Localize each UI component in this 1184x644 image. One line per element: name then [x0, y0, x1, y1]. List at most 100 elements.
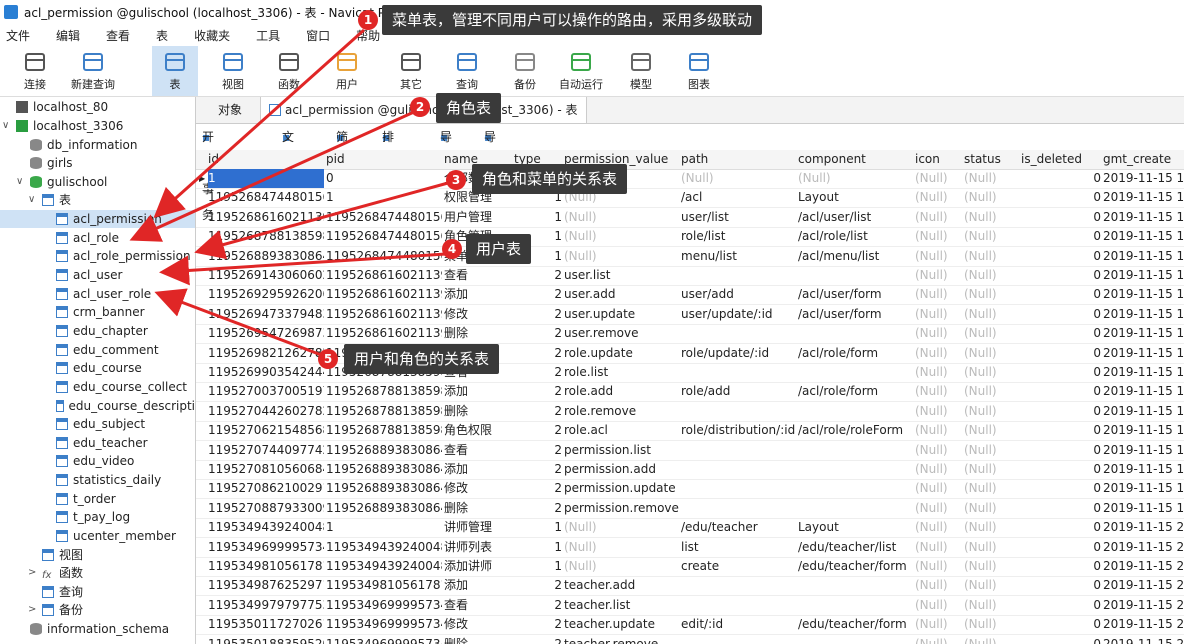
cell-pid[interactable]: 11952687881385984 — [326, 363, 442, 382]
cell-gmt_create[interactable]: 2019-11-15 17:1 — [1103, 188, 1184, 207]
tree-item-9[interactable]: acl_user — [0, 266, 195, 284]
cell-type[interactable]: 2 — [514, 266, 562, 285]
cell-pid[interactable]: 11952688938308640 — [326, 499, 442, 518]
cell-component[interactable] — [798, 596, 913, 615]
cell-name[interactable]: 讲师管理 — [444, 518, 512, 537]
cell-is_deleted[interactable]: 0 — [1021, 518, 1101, 537]
cell-path[interactable] — [681, 324, 796, 343]
cell-id[interactable]: 11952708621002915 — [208, 479, 324, 498]
cell-permission_value[interactable]: user.list — [564, 266, 679, 285]
cell-pid[interactable]: 11952686160211394 — [326, 285, 442, 304]
cell-gmt_create[interactable]: 2019-11-15 17:1 — [1103, 324, 1184, 343]
cell-icon[interactable]: (Null) — [915, 635, 963, 644]
column-header-is_deleted[interactable]: is_deleted — [1021, 150, 1101, 169]
column-header-name[interactable]: name — [444, 150, 512, 169]
cell-status[interactable]: (Null) — [964, 557, 1019, 576]
cell-icon[interactable]: (Null) — [915, 402, 963, 421]
cell-icon[interactable]: (Null) — [915, 247, 963, 266]
cell-status[interactable]: (Null) — [964, 285, 1019, 304]
cell-status[interactable]: (Null) — [964, 169, 1019, 188]
cell-name[interactable]: 修改 — [444, 615, 512, 634]
cell-pid[interactable]: 1 — [326, 188, 442, 207]
cell-id[interactable]: 11952707440977428 — [208, 441, 324, 460]
tree-item-28[interactable]: information_schema — [0, 620, 195, 638]
cell-status[interactable]: (Null) — [964, 596, 1019, 615]
cell-icon[interactable]: (Null) — [915, 208, 963, 227]
cell-name[interactable]: 删除 — [444, 499, 512, 518]
toolbar-button-5[interactable]: 用户 — [324, 46, 370, 96]
cell-name[interactable]: 讲师列表 — [444, 538, 512, 557]
toolbar-button-9[interactable]: 自动运行 — [558, 46, 604, 96]
tree-item-5[interactable]: ∨ 表 — [0, 191, 195, 209]
cell-permission_value[interactable]: user.remove — [564, 324, 679, 343]
expand-chevron-icon[interactable]: ∨ — [16, 173, 23, 191]
cell-is_deleted[interactable]: 0 — [1021, 421, 1101, 440]
table-row[interactable]: 1195270442602782411952687881385984删除2rol… — [196, 402, 1184, 422]
menu-item-5[interactable]: 工具 — [256, 27, 280, 44]
cell-component[interactable] — [798, 441, 913, 460]
cell-name[interactable]: 全部数据 — [444, 169, 512, 188]
cell-status[interactable]: (Null) — [964, 518, 1019, 537]
cell-is_deleted[interactable]: 0 — [1021, 188, 1101, 207]
table-row[interactable]: 1195269143060602011952686160211394查看2use… — [196, 266, 1184, 286]
cell-status[interactable]: (Null) — [964, 227, 1019, 246]
cell-name[interactable]: 添加 — [444, 382, 512, 401]
cell-name[interactable]: 删除 — [444, 324, 512, 343]
tree-item-1[interactable]: ∨ localhost_3306 — [0, 117, 195, 135]
cell-type[interactable]: 2 — [514, 460, 562, 479]
cell-name[interactable]: 查看 — [444, 363, 512, 382]
cell-component[interactable] — [798, 266, 913, 285]
cell-is_deleted[interactable]: 0 — [1021, 382, 1101, 401]
cell-gmt_create[interactable]: 2019-11-15 17:1 — [1103, 421, 1184, 440]
cell-is_deleted[interactable]: 0 — [1021, 499, 1101, 518]
cell-permission_value[interactable]: (Null) — [564, 208, 679, 227]
cell-gmt_create[interactable]: 2019-11-15 17:1 — [1103, 479, 1184, 498]
cell-permission_value[interactable]: permission.list — [564, 441, 679, 460]
cell-pid[interactable]: 11952686160211394 — [326, 305, 442, 324]
cell-type[interactable]: 2 — [514, 499, 562, 518]
cell-gmt_create[interactable]: 2019-11-15 22: — [1103, 635, 1184, 644]
cell-is_deleted[interactable]: 0 — [1021, 479, 1101, 498]
column-header-status[interactable]: status — [964, 150, 1019, 169]
tree-item-6[interactable]: acl_permission — [0, 210, 195, 228]
cell-name[interactable]: 修改 — [444, 344, 512, 363]
menu-item-1[interactable]: 编辑 — [56, 27, 80, 44]
cell-gmt_create[interactable]: 2019-11-15 22: — [1103, 596, 1184, 615]
cell-icon[interactable]: (Null) — [915, 266, 963, 285]
cell-id[interactable]: 11953498762529710 — [208, 576, 324, 595]
cell-component[interactable]: /edu/teacher/form — [798, 557, 913, 576]
cell-gmt_create[interactable]: 2019-11-15 17:1 — [1103, 208, 1184, 227]
cell-pid[interactable]: 11952687881385984 — [326, 402, 442, 421]
tree-item-2[interactable]: db_information — [0, 136, 195, 154]
cell-icon[interactable]: (Null) — [915, 518, 963, 537]
table-row[interactable]: 1195270621548568011952687881385984角色权限2r… — [196, 421, 1184, 442]
menu-item-2[interactable]: 查看 — [106, 27, 130, 44]
cell-icon[interactable]: (Null) — [915, 576, 963, 595]
cell-permission_value[interactable]: teacher.add — [564, 576, 679, 595]
cell-icon[interactable]: (Null) — [915, 382, 963, 401]
table-row[interactable]: 1195269903542444011952687881385984查看2rol… — [196, 363, 1184, 383]
cell-is_deleted[interactable]: 0 — [1021, 169, 1101, 188]
cell-pid[interactable]: 11952688938308640 — [326, 460, 442, 479]
cell-component[interactable]: Layout — [798, 518, 913, 537]
cell-status[interactable]: (Null) — [964, 247, 1019, 266]
toolbar-button-11[interactable]: 图表 — [676, 46, 722, 96]
cell-id[interactable]: 11952699035424440 — [208, 363, 324, 382]
cell-type[interactable]: 2 — [514, 324, 562, 343]
table-row[interactable]: 1195270037005197211952687881385984添加2rol… — [196, 382, 1184, 403]
cell-gmt_create[interactable]: 2019-11-15 17:1 — [1103, 382, 1184, 401]
cell-name[interactable]: 查看 — [444, 596, 512, 615]
cell-is_deleted[interactable]: 0 — [1021, 635, 1101, 644]
cell-type[interactable]: 2 — [514, 635, 562, 644]
cell-permission_value[interactable]: permission.update — [564, 479, 679, 498]
table-row[interactable]: 119534943924004801讲师管理1(Null)/edu/teache… — [196, 518, 1184, 539]
cell-icon[interactable]: (Null) — [915, 169, 963, 188]
table-row[interactable]: 1195350188359520011953496999957340删除2tea… — [196, 635, 1184, 644]
expand-chevron-icon[interactable]: ∨ — [2, 117, 9, 135]
cell-is_deleted[interactable]: 0 — [1021, 305, 1101, 324]
column-header-permission_value[interactable]: permission_value — [564, 150, 679, 169]
cell-name[interactable]: 权限管理 — [444, 188, 512, 207]
cell-icon[interactable]: (Null) — [915, 344, 963, 363]
cell-component[interactable]: /acl/role/form — [798, 382, 913, 401]
cell-type[interactable]: 1 — [514, 208, 562, 227]
